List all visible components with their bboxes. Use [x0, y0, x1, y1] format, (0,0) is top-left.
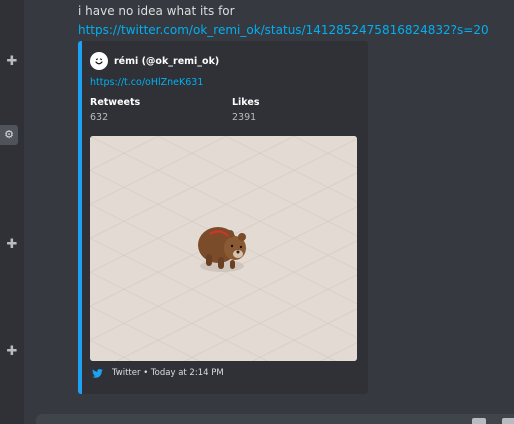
twitter-embed: rémi (@ok_remi_ok) https://t.co/oHlZneK6… [78, 41, 368, 394]
composer-sticker-icon[interactable] [502, 418, 514, 424]
tweet-link[interactable]: https://t.co/oHlZneK631 [90, 77, 203, 88]
add-channel-plus-icon[interactable]: ✚ [0, 342, 24, 362]
author-avatar[interactable] [90, 52, 108, 70]
twitter-bird-icon [92, 368, 103, 378]
message-link[interactable]: https://twitter.com/ok_remi_ok/status/14… [78, 23, 489, 38]
message-composer[interactable] [36, 414, 514, 424]
likes-field-name: Likes [232, 97, 260, 108]
add-channel-plus-icon[interactable]: ✚ [0, 52, 24, 72]
settings-gear-icon[interactable]: ⚙ [0, 125, 18, 145]
author-name[interactable]: rémi (@ok_remi_ok) [114, 56, 219, 67]
message-text: i have no idea what its for [78, 4, 235, 18]
composer-gif-icon[interactable] [472, 418, 486, 424]
add-channel-plus-icon[interactable]: ✚ [0, 235, 24, 255]
likes-field-value: 2391 [232, 112, 257, 123]
bear-on-tiles-image [90, 136, 357, 361]
channel-sidebar-rail: ✚ ⚙ ✚ ✚ [0, 0, 24, 424]
embed-author: rémi (@ok_remi_ok) [90, 52, 219, 70]
embed-footer: Twitter • Today at 2:14 PM [92, 368, 224, 378]
retweets-field-value: 632 [90, 112, 109, 123]
retweets-field-name: Retweets [90, 97, 141, 108]
smiley-face-icon [95, 58, 103, 65]
embed-image-bear-on-tiles[interactable] [90, 136, 357, 361]
embed-footer-text: Twitter • Today at 2:14 PM [112, 368, 224, 378]
